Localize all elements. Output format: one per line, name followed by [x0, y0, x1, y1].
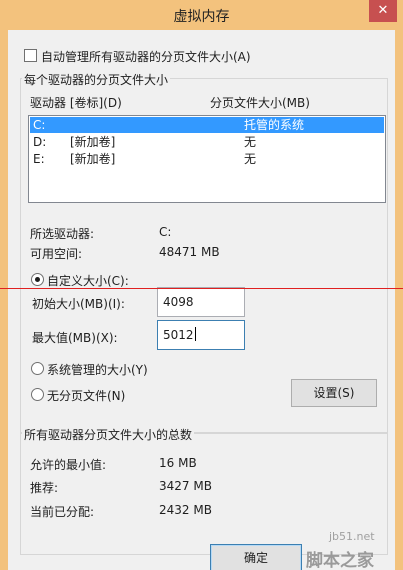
custom-size-label[interactable]: 自定义大小(C):: [47, 272, 129, 289]
auto-manage-checkbox[interactable]: [24, 49, 37, 62]
max-size-label: 最大值(MB)(X):: [32, 331, 118, 345]
column-header-drive: 驱动器 [卷标](D): [30, 96, 122, 110]
set-button[interactable]: 设置(S): [291, 379, 377, 407]
currently-allocated-value: 2432 MB: [159, 503, 212, 517]
drive-paging-size: 托管的系统: [244, 118, 305, 132]
no-paging-file-radio[interactable]: [31, 388, 44, 401]
custom-size-radio[interactable]: [31, 273, 44, 286]
free-space-label: 可用空间:: [30, 247, 83, 261]
column-header-size: 分页文件大小(MB): [210, 96, 310, 110]
drive-letter: C:: [33, 118, 46, 132]
drive-paging-size: 无: [244, 152, 257, 166]
totals-group-label: 所有驱动器分页文件大小的总数: [22, 426, 195, 443]
max-size-input[interactable]: 5012: [157, 320, 245, 350]
drive-letter: E:: [33, 152, 45, 166]
drive-letter: D:: [33, 135, 47, 149]
initial-size-input[interactable]: 4098: [157, 287, 245, 317]
watermark-brand: 脚本之家: [306, 551, 374, 570]
close-icon[interactable]: ✕: [369, 0, 397, 22]
red-guide-line: [0, 288, 403, 289]
title-bar: 虚拟内存 ✕: [0, 0, 403, 30]
watermark-site: jb51.net: [329, 530, 375, 543]
window-frame-right: [395, 30, 403, 570]
selected-drive-value: C:: [159, 225, 172, 239]
drive-volume-label: [新加卷]: [70, 135, 116, 149]
drive-row-e[interactable]: E: [新加卷] 无: [30, 151, 384, 167]
system-managed-label[interactable]: 系统管理的大小(Y): [47, 361, 148, 378]
drive-paging-size: 无: [244, 135, 257, 149]
recommended-value: 3427 MB: [159, 479, 212, 493]
no-paging-file-label[interactable]: 无分页文件(N): [47, 387, 125, 404]
minimum-allowed-value: 16 MB: [159, 456, 197, 470]
window-frame-left: [0, 30, 8, 570]
initial-size-label: 初始大小(MB)(I):: [32, 297, 125, 311]
selected-drive-label: 所选驱动器:: [30, 227, 95, 241]
drive-row-c[interactable]: C: 托管的系统: [30, 117, 384, 133]
minimum-allowed-label: 允许的最小值:: [30, 458, 107, 472]
ok-button[interactable]: 确定: [210, 544, 302, 570]
per-drive-group-label: 每个驱动器的分页文件大小: [22, 71, 171, 88]
free-space-value: 48471 MB: [159, 245, 220, 259]
max-size-value: 5012: [163, 328, 194, 342]
drive-volume-label: [新加卷]: [70, 152, 116, 166]
dialog-body: 自动管理所有驱动器的分页文件大小(A) 每个驱动器的分页文件大小 驱动器 [卷标…: [8, 30, 395, 570]
text-caret: [194, 327, 196, 341]
drive-list[interactable]: C: 托管的系统 D: [新加卷] 无 E: [新加卷] 无: [28, 115, 386, 203]
auto-manage-label[interactable]: 自动管理所有驱动器的分页文件大小(A): [41, 48, 251, 65]
initial-size-value: 4098: [163, 295, 194, 309]
recommended-label: 推荐:: [30, 481, 59, 495]
system-managed-radio[interactable]: [31, 362, 44, 375]
drive-row-d[interactable]: D: [新加卷] 无: [30, 134, 384, 150]
window-title: 虚拟内存: [173, 9, 230, 25]
currently-allocated-label: 当前已分配:: [30, 505, 95, 519]
